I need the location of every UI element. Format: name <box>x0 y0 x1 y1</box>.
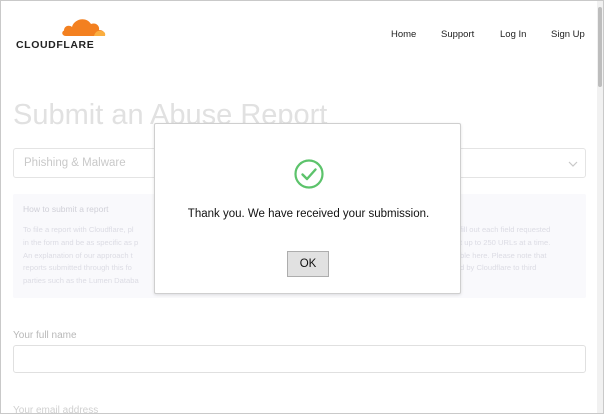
cloud-logo-icon <box>62 19 106 36</box>
instructions-line: in the form and be as specific as p <box>23 237 139 247</box>
instructions-line: An explanation of our approach t <box>23 250 133 260</box>
brand-wordmark: CLOUDFLARE <box>16 39 95 51</box>
vertical-scrollbar[interactable] <box>597 1 603 413</box>
nav-home-link[interactable]: Home <box>391 29 416 40</box>
cloudflare-logo[interactable]: CLOUDFLARE <box>16 15 116 51</box>
check-circle-icon <box>294 159 324 189</box>
browser-window: CLOUDFLARE Home Support Log In Sign Up S… <box>0 0 604 414</box>
confirmation-message: Thank you. We have received your submiss… <box>187 208 430 220</box>
chevron-down-icon <box>568 161 578 167</box>
ok-button[interactable]: OK <box>287 251 329 277</box>
nav-signup-link[interactable]: Sign Up <box>551 29 585 40</box>
email-label: Your email address <box>13 405 99 414</box>
instructions-line: ble here. Please note that <box>460 250 547 260</box>
nav-login-link[interactable]: Log In <box>500 29 526 40</box>
instructions-line: parties such as the Lumen Databa <box>23 276 139 286</box>
instructions-line: reports submitted through this fo <box>23 263 132 273</box>
confirmation-dialog: Thank you. We have received your submiss… <box>154 123 461 294</box>
nav-support-link[interactable]: Support <box>441 29 474 40</box>
instructions-text-right: fill out each field requested t up to 25… <box>460 224 580 275</box>
instructions-line: d by Cloudflare to third <box>460 263 537 273</box>
instructions-line: fill out each field requested <box>460 225 551 234</box>
report-type-value: Phishing & Malware <box>24 157 126 169</box>
full-name-input[interactable] <box>13 345 586 373</box>
instructions-line: t up to 250 URLs at a time. <box>460 237 551 247</box>
instructions-text-left: To file a report with Cloudflare, pl in … <box>23 224 153 288</box>
instructions-line: To file a report with Cloudflare, pl <box>23 225 134 234</box>
scrollbar-thumb[interactable] <box>598 7 602 87</box>
instructions-title: How to submit a report <box>23 204 109 214</box>
full-name-label: Your full name <box>13 330 77 341</box>
